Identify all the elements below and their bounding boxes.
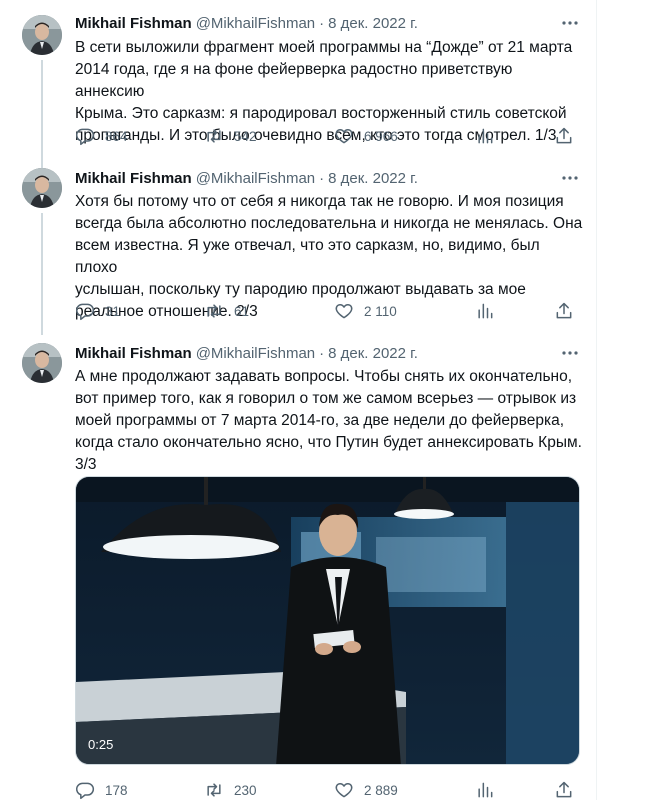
like-button[interactable]: 2 889 bbox=[334, 779, 398, 800]
views-button[interactable] bbox=[475, 779, 505, 800]
retweet-count: 542 bbox=[234, 128, 257, 144]
retweet-icon bbox=[207, 129, 221, 143]
video-thumbnail bbox=[76, 477, 579, 764]
author-name[interactable]: Mikhail Fishman bbox=[75, 15, 192, 32]
share-icon bbox=[556, 781, 572, 798]
heart-icon bbox=[335, 304, 353, 319]
share-button[interactable] bbox=[554, 300, 584, 322]
header-separator: · bbox=[319, 169, 325, 187]
more-icon[interactable] bbox=[560, 168, 580, 188]
more-icon[interactable] bbox=[560, 13, 580, 33]
tweet-header: Mikhail Fishman @MikhailFishman · 8 дек.… bbox=[75, 12, 418, 34]
like-count: 2 889 bbox=[364, 782, 398, 798]
author-handle[interactable]: @MikhailFishman bbox=[196, 15, 315, 32]
share-button[interactable] bbox=[554, 125, 584, 147]
views-button[interactable] bbox=[475, 300, 505, 322]
views-icon bbox=[478, 782, 493, 798]
tweet-1[interactable]: Mikhail Fishman @MikhailFishman · 8 дек.… bbox=[0, 0, 596, 175]
author-name[interactable]: Mikhail Fishman bbox=[75, 170, 192, 187]
views-icon bbox=[478, 128, 493, 144]
retweet-count: 230 bbox=[234, 782, 257, 798]
tweet-date[interactable]: 8 дек. 2022 г. bbox=[328, 15, 418, 32]
avatar[interactable] bbox=[22, 15, 62, 55]
like-count: 2 110 bbox=[364, 303, 397, 319]
views-button[interactable] bbox=[475, 125, 505, 147]
video-duration: 0:25 bbox=[88, 737, 114, 752]
thread-connector-line bbox=[41, 60, 43, 175]
header-separator: · bbox=[319, 14, 325, 32]
reply-button[interactable]: 31 bbox=[75, 300, 120, 322]
like-count: 6 966 bbox=[364, 128, 398, 144]
retweet-button[interactable]: 230 bbox=[204, 779, 257, 800]
reply-icon bbox=[75, 128, 95, 146]
tweet-actions: 31 61 2 110 bbox=[75, 300, 585, 322]
avatar[interactable] bbox=[22, 168, 62, 208]
views-icon bbox=[478, 303, 493, 319]
retweet-icon bbox=[207, 304, 221, 318]
more-icon[interactable] bbox=[560, 343, 580, 363]
tweet-header: Mikhail Fishman @MikhailFishman · 8 дек.… bbox=[75, 167, 418, 189]
like-button[interactable]: 6 966 bbox=[334, 125, 398, 147]
tweet-date[interactable]: 8 дек. 2022 г. bbox=[328, 170, 418, 187]
reply-count: 864 bbox=[105, 128, 128, 144]
share-icon bbox=[556, 302, 572, 319]
share-icon bbox=[556, 127, 572, 144]
retweet-button[interactable]: 61 bbox=[204, 300, 249, 322]
avatar[interactable] bbox=[22, 343, 62, 383]
tweet-text: А мне продолжают задавать вопросы. Чтобы… bbox=[75, 368, 582, 473]
reply-icon bbox=[75, 782, 95, 800]
reply-button[interactable]: 864 bbox=[75, 125, 128, 147]
tweet-header: Mikhail Fishman @MikhailFishman · 8 дек.… bbox=[75, 342, 418, 364]
like-button[interactable]: 2 110 bbox=[334, 300, 397, 322]
heart-icon bbox=[335, 783, 353, 798]
timeline-right-border bbox=[596, 0, 651, 800]
reply-button[interactable]: 178 bbox=[75, 779, 128, 800]
retweet-icon bbox=[207, 783, 221, 797]
author-handle[interactable]: @MikhailFishman bbox=[196, 170, 315, 187]
reply-count: 31 bbox=[105, 303, 121, 319]
tweet-2[interactable]: Mikhail Fishman @MikhailFishman · 8 дек.… bbox=[0, 160, 596, 335]
header-separator: · bbox=[319, 344, 325, 362]
tweet-date[interactable]: 8 дек. 2022 г. bbox=[328, 345, 418, 362]
video-player[interactable]: 0:25 bbox=[75, 476, 580, 765]
reply-icon bbox=[75, 303, 95, 321]
retweet-button[interactable]: 542 bbox=[204, 125, 257, 147]
reply-count: 178 bbox=[105, 782, 128, 798]
author-handle[interactable]: @MikhailFishman bbox=[196, 345, 315, 362]
tweet-actions: 864 542 6 966 bbox=[75, 125, 585, 147]
tweet-actions: 178 230 2 889 bbox=[75, 779, 585, 800]
heart-icon bbox=[335, 129, 353, 144]
thread-connector-line bbox=[41, 213, 43, 335]
share-button[interactable] bbox=[554, 779, 584, 800]
author-name[interactable]: Mikhail Fishman bbox=[75, 345, 192, 362]
retweet-count: 61 bbox=[234, 303, 250, 319]
